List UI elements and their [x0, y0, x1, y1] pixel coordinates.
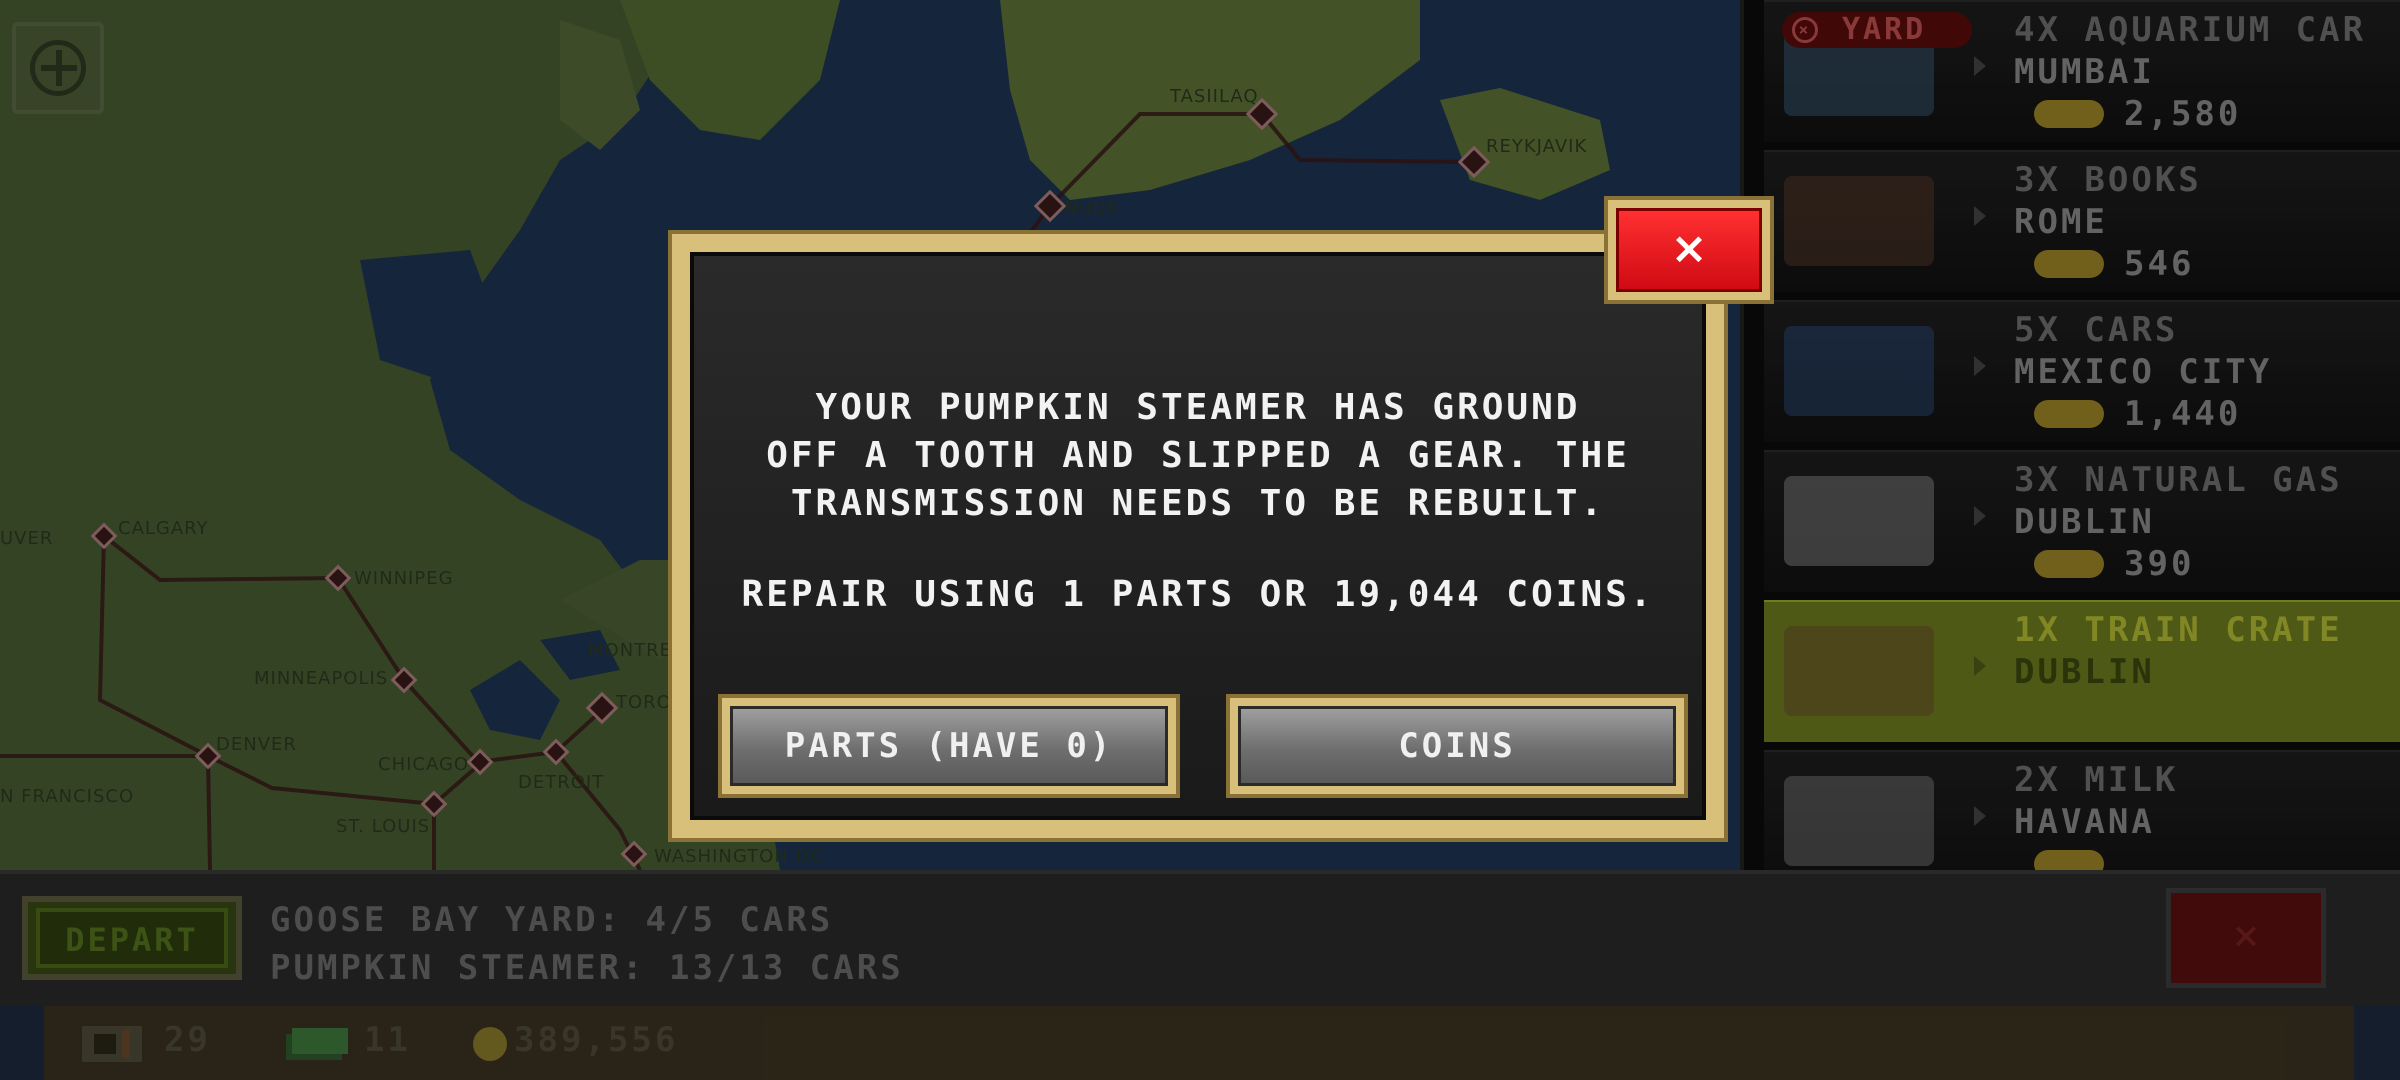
- dialog-message-line: OFF A TOOTH AND SLIPPED A GEAR. THE: [766, 435, 1630, 476]
- repair-with-coins-button[interactable]: COINS: [1226, 694, 1688, 798]
- repair-dialog: YOUR PUMPKIN STEAMER HAS GROUND OFF A TO…: [668, 230, 1728, 842]
- repair-cost-text: REPAIR USING 1 PARTS OR 19,044 COINS.: [741, 574, 1655, 615]
- coins-button-label: COINS: [1238, 706, 1676, 786]
- repair-with-parts-button[interactable]: PARTS (HAVE 0): [718, 694, 1180, 798]
- close-icon: ×: [1616, 208, 1762, 292]
- parts-button-label: PARTS (HAVE 0): [730, 706, 1168, 786]
- dialog-message: YOUR PUMPKIN STEAMER HAS GROUND OFF A TO…: [672, 384, 1724, 528]
- close-dialog-button[interactable]: ×: [1604, 196, 1774, 304]
- dialog-message-line: TRANSMISSION NEEDS TO BE REBUILT.: [790, 483, 1606, 524]
- dialog-message-line: YOUR PUMPKIN STEAMER HAS GROUND: [815, 387, 1581, 428]
